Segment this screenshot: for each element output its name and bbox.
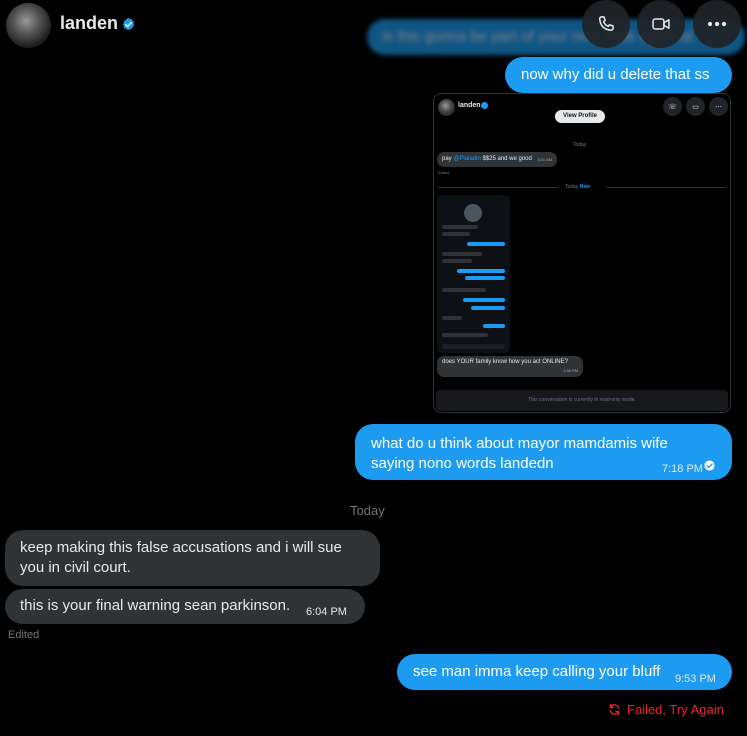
- screenshot-date-separator: Today: [573, 142, 587, 148]
- ghost-message-bubble: is this gonna be part of your now table …: [367, 19, 745, 55]
- outgoing-message[interactable]: now why did u delete that ss: [505, 57, 732, 93]
- message-time: 7:18 PM: [662, 463, 703, 475]
- phone-icon: [599, 16, 614, 31]
- message-text: see man imma keep calling your bluff: [413, 663, 661, 680]
- screenshot-view-profile: View Profile: [555, 110, 605, 123]
- message-text: keep making this false accusations and i…: [20, 539, 342, 576]
- more-dots-icon: [707, 21, 727, 27]
- incoming-message[interactable]: keep making this false accusations and i…: [5, 530, 380, 586]
- message-text: this is your final warning sean parkinso…: [20, 597, 291, 614]
- video-call-button[interactable]: [637, 0, 685, 48]
- more-options-button[interactable]: [693, 0, 741, 48]
- outgoing-message[interactable]: see man imma keep calling your bluff 9:5…: [397, 654, 732, 690]
- failed-status: Failed, Try Again: [627, 701, 724, 717]
- retry-icon: [609, 703, 620, 715]
- screenshot-more-icon: ⋯: [709, 97, 728, 116]
- message-time: 9:53 PM: [675, 673, 716, 685]
- read-receipt-icon: [704, 460, 715, 471]
- attached-screenshot-image[interactable]: landen ☏ ▭ ⋯ View Profile Today pay @Pla…: [433, 93, 731, 413]
- avatar[interactable]: [6, 3, 51, 48]
- screenshot-new-label: Today New: [565, 184, 591, 190]
- screenshot-phone-icon: ☏: [663, 97, 682, 116]
- incoming-message[interactable]: this is your final warning sean parkinso…: [5, 589, 365, 624]
- message-time: 6:04 PM: [306, 606, 347, 618]
- screenshot-message: does YOUR family know how you act ONLINE…: [437, 356, 583, 377]
- screenshot-contact-name: landen: [458, 102, 481, 109]
- contact-name[interactable]: landen: [60, 13, 118, 34]
- screenshot-video-icon: ▭: [686, 97, 705, 116]
- screenshot-verified-icon: [481, 102, 488, 109]
- screenshot-new-divider-left: [438, 187, 558, 188]
- screenshot-message: pay @Plaladin $$25 and we good 3:31 AM: [437, 152, 557, 167]
- date-separator: Today: [350, 503, 385, 518]
- retry-send-button[interactable]: Failed, Try Again: [608, 701, 724, 717]
- screenshot-edited: Edited: [438, 170, 450, 175]
- screenshot-new-divider-right: [606, 187, 726, 188]
- edited-label: Edited: [8, 629, 40, 641]
- video-camera-icon: [652, 18, 670, 30]
- nested-phone-screenshot: [437, 195, 510, 353]
- message-text: what do u think about mayor mamdamis wif…: [371, 435, 668, 472]
- voice-call-button[interactable]: [582, 0, 630, 48]
- outgoing-message[interactable]: what do u think about mayor mamdamis wif…: [355, 424, 732, 480]
- screenshot-readonly-notice: This conversation is currently in read-o…: [436, 390, 728, 411]
- message-text: now why did u delete that ss: [521, 66, 710, 83]
- verified-badge-icon: [122, 17, 135, 31]
- screenshot-avatar: [438, 99, 455, 116]
